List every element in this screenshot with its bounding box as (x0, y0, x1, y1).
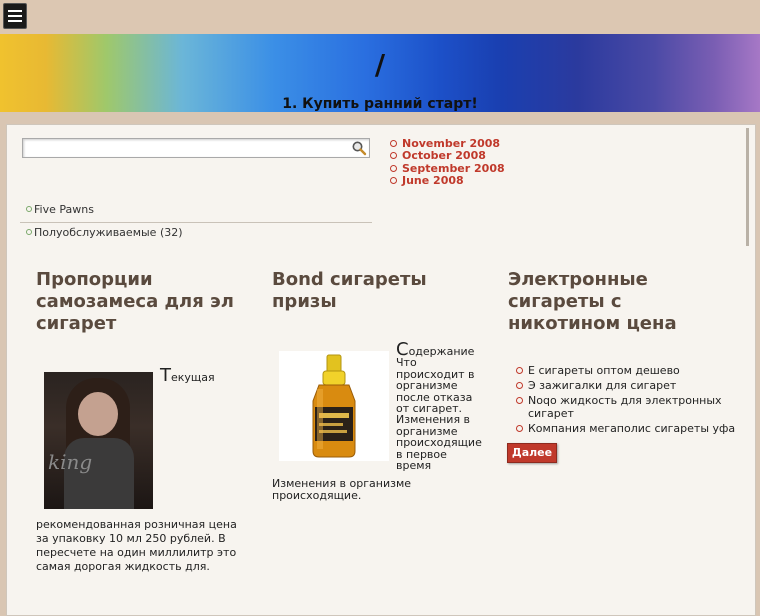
lead-text: одержание (408, 345, 475, 358)
figure-face (78, 392, 118, 436)
archive-link[interactable]: October 2008 (390, 150, 505, 162)
search-input[interactable] (23, 139, 351, 157)
site-title[interactable]: / (0, 48, 760, 81)
link-list: Е сигареты оптом дешево Э зажигалки для … (516, 364, 736, 437)
category-link[interactable]: Полуобслуживаемые (32) (20, 225, 372, 245)
image-caption: king (48, 450, 93, 474)
search-icon[interactable] (351, 140, 367, 156)
post-title[interactable]: Пропорции самозамеса для эл сигарет (36, 269, 256, 335)
list-item[interactable]: Noqo жидкость для электронных сигарет (516, 394, 736, 420)
search-box (22, 138, 370, 158)
post-title[interactable]: Электронные сигареты с никотином цена (508, 269, 728, 335)
side-text: Что происходит в организме после отказа … (396, 356, 482, 473)
list-item[interactable]: Е сигареты оптом дешево (516, 364, 736, 377)
top-bar (0, 0, 760, 34)
list-item[interactable]: Компания мегаполис сигареты уфа (516, 422, 736, 435)
category-list: Five Pawns Полуобслуживаемые (32) (20, 202, 372, 247)
drop-cap: Т (160, 365, 171, 386)
post-excerpt: Изменения в организме происходящие. (272, 477, 412, 502)
scrollbar[interactable] (746, 128, 749, 246)
post-lead: Содержание Что происходит в организме по… (396, 341, 482, 472)
post-excerpt: рекомендованная розничная цена за упаков… (36, 518, 237, 573)
header-banner: / 1. Купить ранний старт! (0, 34, 760, 112)
category-link[interactable]: Five Pawns (20, 202, 372, 223)
list-item[interactable]: Э зажигалки для сигарет (516, 379, 736, 392)
hamburger-icon[interactable] (3, 3, 27, 29)
product-image[interactable] (279, 351, 389, 461)
post-image[interactable]: king (44, 372, 153, 509)
post-title[interactable]: Bond сигареты призы (272, 269, 472, 313)
site-tagline: 1. Купить ранний старт! (282, 96, 478, 112)
archive-list: November 2008 October 2008 September 200… (390, 137, 505, 187)
more-button[interactable]: Далее (507, 443, 557, 463)
archive-link[interactable]: June 2008 (390, 174, 505, 187)
post-lead: Текущая (160, 365, 215, 386)
lead-text: екущая (171, 371, 215, 384)
